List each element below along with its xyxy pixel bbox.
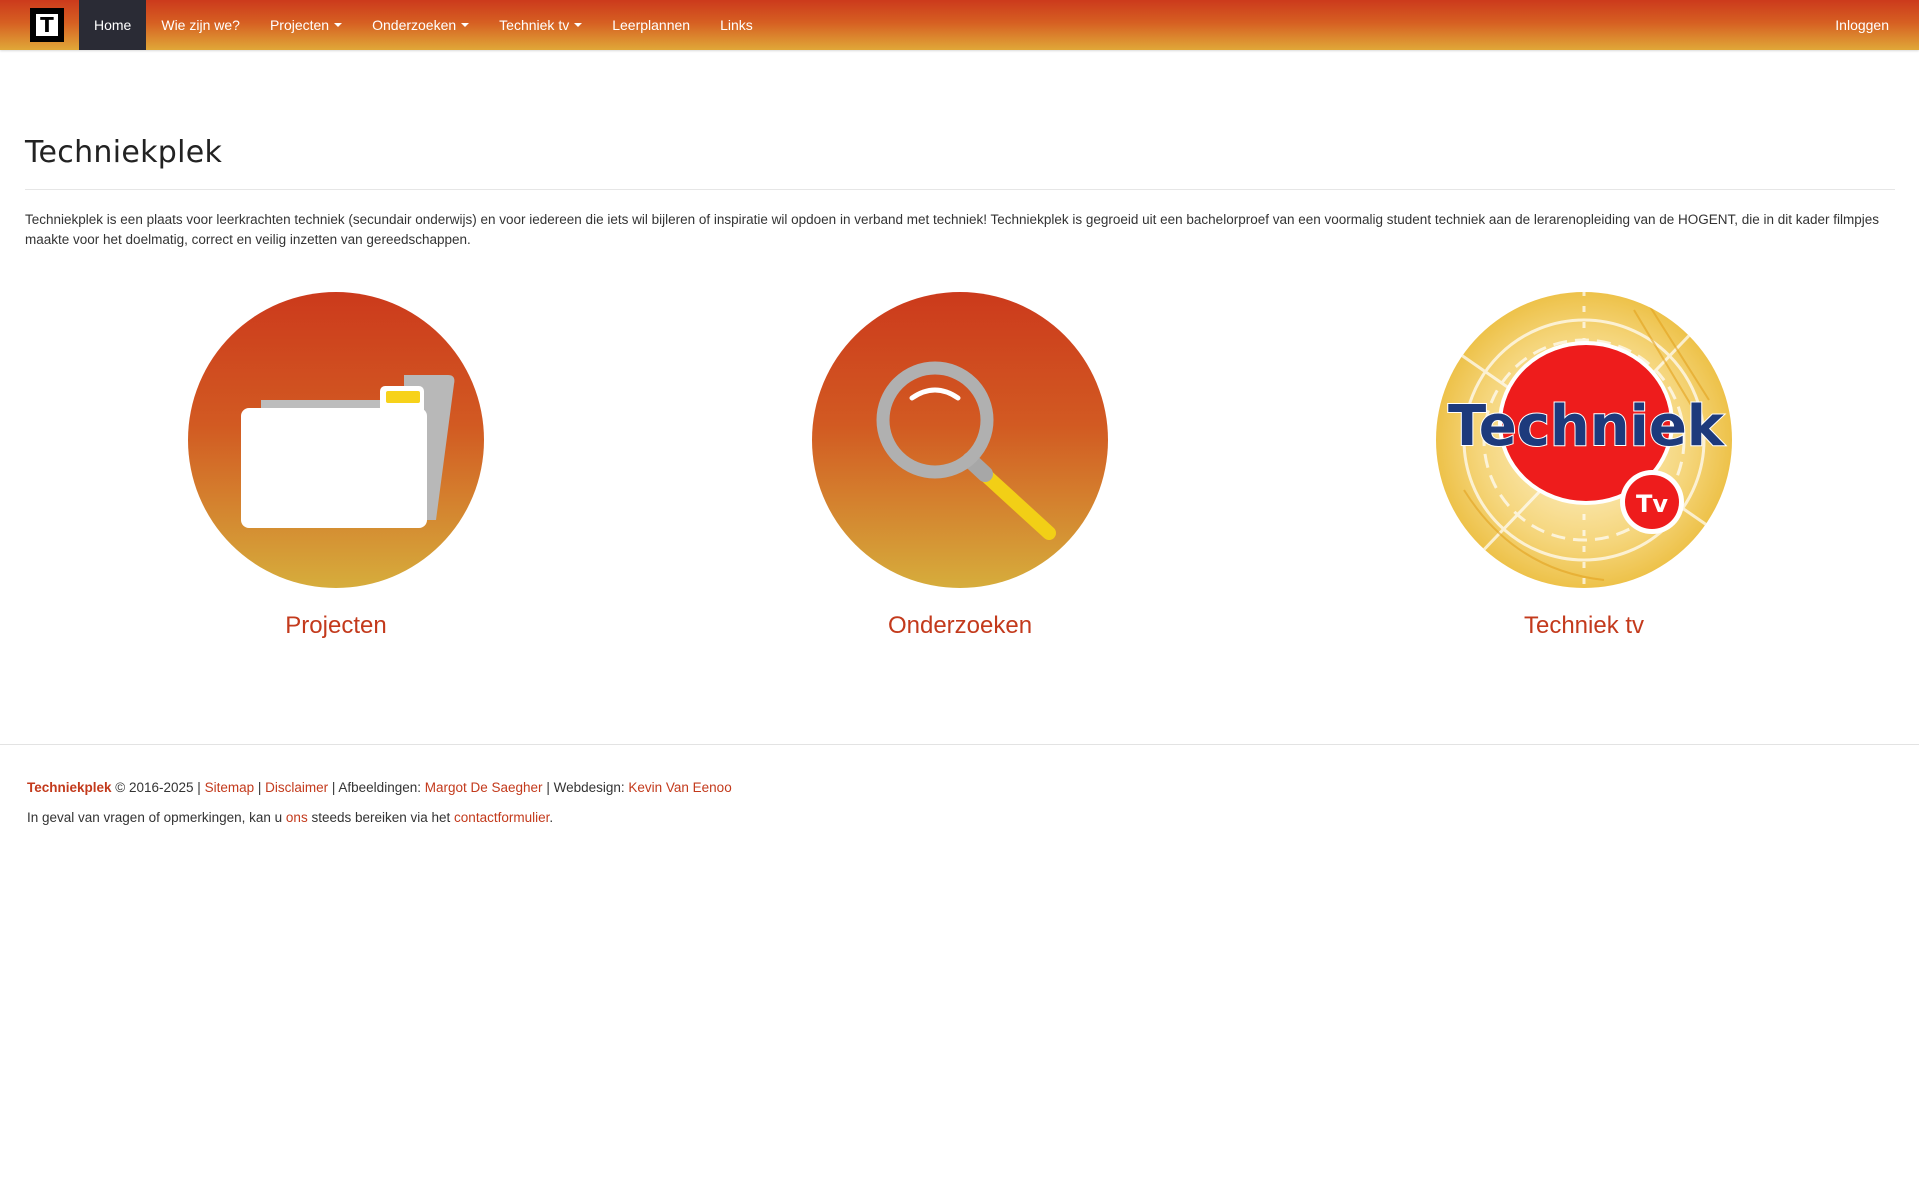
login-link[interactable]: Inloggen [1835, 0, 1889, 50]
nav-projecten-dropdown[interactable]: Projecten [255, 0, 357, 50]
intro-text: Techniekplek is een plaats voor leerkrac… [25, 212, 1880, 247]
nav-projecten-label: Projecten [269, 17, 330, 33]
footer-images-prefix: | Afbeeldingen: [328, 780, 425, 795]
nav-wie-zijn-we[interactable]: Wie zijn we? [146, 0, 255, 50]
tile-techniek-tv-label[interactable]: Techniek tv [1434, 612, 1734, 640]
nav-links[interactable]: Links [705, 0, 768, 50]
contact-suffix: . [549, 810, 554, 825]
nav-techniek-tv-dropdown[interactable]: Techniek tv [484, 0, 597, 50]
webdesign-author-link[interactable]: Kevin Van Eenoo [628, 780, 731, 795]
footer-divider [0, 744, 1919, 745]
folder-icon [188, 292, 484, 588]
contact-mid: steeds bereiken via het [307, 810, 455, 825]
tile-onderzoeken-label[interactable]: Onderzoeken [810, 612, 1110, 640]
brand-logo[interactable]: T [30, 8, 64, 42]
nav-onderzoeken-dropdown[interactable]: Onderzoeken [357, 0, 484, 50]
page-title: Techniekplek [25, 135, 223, 170]
tile-projecten[interactable]: Projecten [186, 290, 486, 640]
nav-wie-zijn-we-label: Wie zijn we? [161, 17, 240, 33]
tile-onderzoeken[interactable]: Onderzoeken [810, 290, 1110, 640]
caret-down-icon [461, 23, 470, 27]
contact-prefix: In geval van vragen of opmerkingen, kan … [27, 810, 286, 825]
nav-techniek-tv-label: Techniek tv [499, 17, 570, 33]
disclaimer-link[interactable]: Disclaimer [265, 780, 328, 795]
login-label: Inloggen [1835, 17, 1889, 33]
title-divider [25, 189, 1895, 190]
footer-webdesign-prefix: | Webdesign: [542, 780, 629, 795]
logo-subtext: Tv [1636, 490, 1668, 518]
footer-copyright: © 2016-2025 | [111, 780, 205, 795]
footer-separator: | [254, 780, 266, 795]
footer-brand-link[interactable]: Techniekplek [27, 780, 112, 795]
main-nav: Home Wie zijn we? Projecten Onderzoeken … [79, 0, 768, 50]
top-navbar: T Home Wie zijn we? Projecten Onderzoeke… [0, 0, 1919, 50]
footer-contact: In geval van vragen of opmerkingen, kan … [27, 810, 553, 825]
nav-home-label: Home [94, 17, 132, 33]
nav-onderzoeken-label: Onderzoeken [372, 17, 457, 33]
footer-credits: Techniekplek © 2016-2025 | Sitemap | Dis… [27, 780, 732, 795]
tile-projecten-label[interactable]: Projecten [186, 612, 486, 640]
magnifier-icon [812, 292, 1108, 588]
nav-leerplannen[interactable]: Leerplannen [597, 0, 705, 50]
nav-leerplannen-label: Leerplannen [612, 17, 691, 33]
techniek-tv-logo: Techniek Tv [1436, 292, 1732, 588]
nav-links-label: Links [720, 17, 753, 33]
images-author-link[interactable]: Margot De Saegher [425, 780, 543, 795]
tile-techniek-tv[interactable]: Techniek Tv Techniek tv [1434, 290, 1734, 640]
caret-down-icon [574, 23, 583, 27]
contact-form-link[interactable]: contactformulier [454, 810, 549, 825]
brand-letter: T [34, 12, 60, 38]
logo-text: Techniek [1448, 394, 1726, 459]
ons-link[interactable]: ons [286, 810, 308, 825]
caret-down-icon [334, 23, 343, 27]
nav-home[interactable]: Home [79, 0, 147, 50]
sitemap-link[interactable]: Sitemap [205, 780, 255, 795]
